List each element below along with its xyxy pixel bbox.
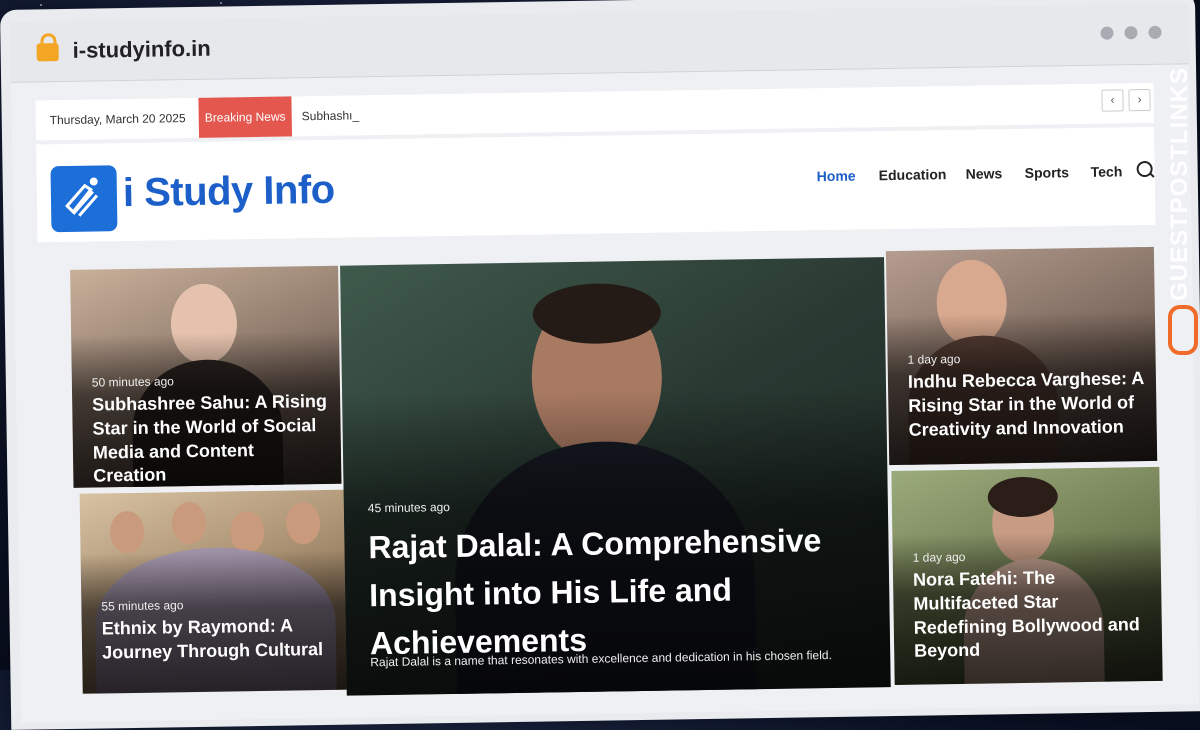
article-card[interactable]: 50 minutes ago Subhashree Sahu: A Rising… — [70, 265, 342, 488]
site-header: i Study Info Home Education News Sports … — [36, 126, 1156, 243]
article-time: 50 minutes ago — [91, 374, 175, 390]
link-icon — [1168, 305, 1198, 355]
lock-icon — [36, 43, 59, 62]
window-dot-icon[interactable] — [1148, 25, 1162, 39]
article-time: 55 minutes ago — [101, 598, 184, 614]
browser-window: i-studyinfo.in Thursday, March 20 2025 B… — [0, 0, 1200, 730]
search-icon[interactable] — [1136, 160, 1153, 178]
article-card[interactable]: 1 day ago Indhu Rebecca Varghese: A Risi… — [885, 246, 1158, 466]
article-card[interactable]: 1 day ago Nora Fatehi: The Multifaceted … — [891, 466, 1163, 686]
article-time: 45 minutes ago — [367, 499, 451, 516]
article-time: 1 day ago — [912, 549, 966, 565]
site-logo-text[interactable]: i Study Info — [123, 168, 335, 216]
article-title[interactable]: Ethnix by Raymond: A Journey Through Cul… — [102, 614, 339, 665]
nav-tech[interactable]: Tech — [1091, 163, 1123, 179]
featured-article-title[interactable]: Rajat Dalal: A Comprehensive Insight int… — [368, 516, 830, 667]
article-title[interactable]: Nora Fatehi: The Multifaceted Star Redef… — [913, 565, 1150, 664]
news-ticker[interactable]: Subhashı_ — [302, 108, 360, 123]
nav-education[interactable]: Education — [879, 166, 947, 183]
brand-label: GUESTPOSTLINKS — [1166, 66, 1193, 302]
window-dot-icon[interactable] — [1124, 26, 1138, 40]
logo-icon[interactable] — [50, 165, 118, 233]
nav-news[interactable]: News — [966, 165, 1003, 182]
nav-sports[interactable]: Sports — [1025, 164, 1070, 181]
url-text[interactable]: i-studyinfo.in — [72, 36, 210, 64]
article-time: 1 day ago — [907, 351, 961, 367]
article-card[interactable]: 55 minutes ago Ethnix by Raymond: A Jour… — [79, 489, 351, 694]
article-title[interactable]: Subhashree Sahu: A Rising Star in the Wo… — [92, 390, 329, 488]
featured-article-card[interactable]: 45 minutes ago Rajat Dalal: A Comprehens… — [340, 257, 891, 696]
ticker-prev-button[interactable]: ‹ — [1101, 89, 1124, 112]
breaking-news-label: Breaking News — [198, 96, 293, 138]
ticker-next-button[interactable]: › — [1128, 88, 1151, 112]
guestpostlinks-badge: GUESTPOSTLINKS — [1160, 60, 1200, 360]
window-dot-icon[interactable] — [1100, 26, 1114, 40]
nav-home[interactable]: Home — [817, 168, 856, 185]
web-page: Thursday, March 20 2025 Breaking News Su… — [11, 64, 1200, 723]
article-title[interactable]: Indhu Rebecca Varghese: A Rising Star in… — [908, 367, 1145, 442]
current-date: Thursday, March 20 2025 — [49, 111, 186, 128]
